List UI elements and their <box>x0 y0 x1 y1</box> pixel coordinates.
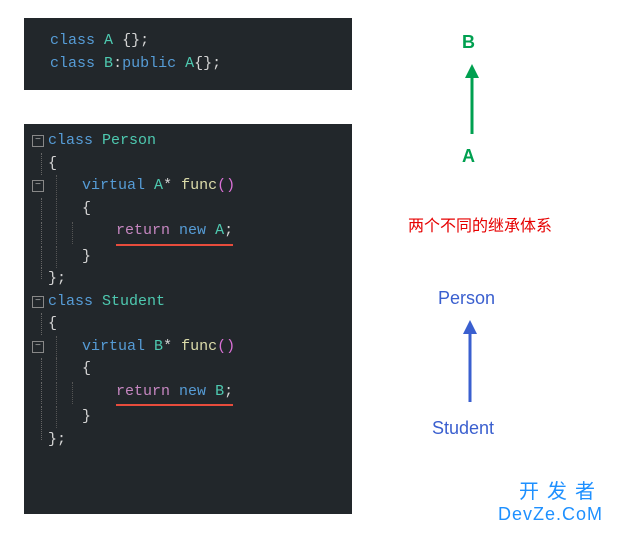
code-line: { <box>28 198 348 221</box>
fold-toggle[interactable]: − <box>28 135 48 147</box>
label-Student: Student <box>432 418 494 439</box>
code-line: { <box>28 153 348 176</box>
keyword-public: public <box>122 53 176 76</box>
base-A: A <box>185 53 194 76</box>
code-line: − class Person <box>28 130 348 153</box>
classname-B: B <box>104 53 113 76</box>
code-line: − class Student <box>28 291 348 314</box>
code-line: }; <box>28 268 348 291</box>
note-text: 两个不同的继承体系 <box>380 212 580 236</box>
code-line: − virtual B* func() <box>28 336 348 359</box>
arrow-up-icon <box>462 64 482 134</box>
classname-A: A <box>104 30 113 53</box>
minus-icon: − <box>32 135 44 147</box>
code-block-2: − class Person { − virtual A* func() { r… <box>24 124 352 514</box>
code-line: { <box>28 313 348 336</box>
code-block-1: class A {}; class B:public A{}; <box>24 18 352 90</box>
code-line: return new A; <box>28 220 348 246</box>
keyword-class: class <box>50 30 95 53</box>
code-line: return new B; <box>28 381 348 407</box>
label-Person: Person <box>438 288 495 309</box>
watermark: 开发者 DevZe.CoM <box>498 475 603 525</box>
code-line: } <box>28 406 348 429</box>
fold-toggle[interactable]: − <box>28 180 48 192</box>
arrow-up-icon <box>460 320 480 402</box>
fold-toggle[interactable]: − <box>28 341 48 353</box>
label-B: B <box>462 32 475 53</box>
minus-icon: − <box>32 341 44 353</box>
return-expr-A: return new A; <box>116 220 233 246</box>
code-line: − virtual A* func() <box>28 175 348 198</box>
fold-toggle[interactable]: − <box>28 296 48 308</box>
minus-icon: − <box>32 296 44 308</box>
code-line: class A {}; <box>32 30 344 53</box>
watermark-cn: 开发者 <box>498 475 603 504</box>
watermark-en: DevZe.CoM <box>498 504 603 525</box>
code-line: } <box>28 246 348 269</box>
code-line: }; <box>28 429 348 452</box>
label-A: A <box>462 146 475 167</box>
keyword-class: class <box>50 53 95 76</box>
diagram-panel: B A 两个不同的继承体系 Person Student <box>380 18 610 518</box>
code-line: class B:public A{}; <box>32 53 344 76</box>
minus-icon: − <box>32 180 44 192</box>
return-expr-B: return new B; <box>116 381 233 407</box>
code-line: { <box>28 358 348 381</box>
